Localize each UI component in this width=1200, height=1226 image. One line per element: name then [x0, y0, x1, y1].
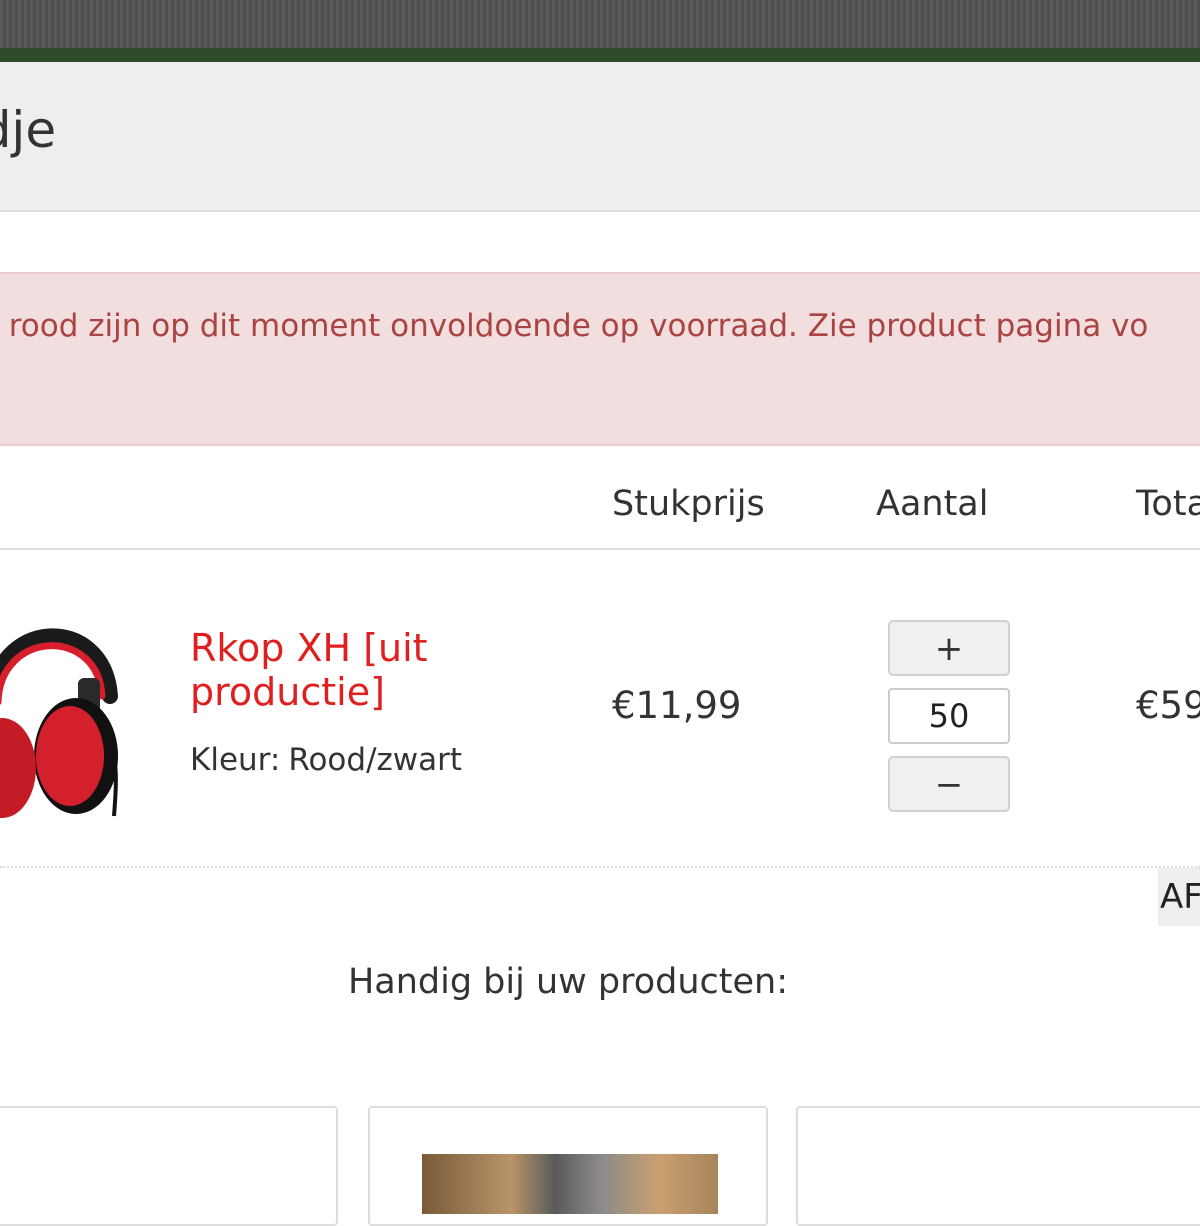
suggestion-card[interactable] — [0, 1106, 338, 1226]
column-header-unit-price: Stukprijs — [612, 484, 765, 524]
table-header-divider — [0, 548, 1200, 550]
decrease-quantity-button[interactable]: − — [888, 756, 1010, 812]
column-header-quantity: Aantal — [876, 484, 989, 524]
product-name-link[interactable]: Rkop XH [uit productie] — [190, 626, 490, 714]
top-accent-strip — [0, 48, 1200, 62]
suggestion-card[interactable] — [796, 1106, 1200, 1226]
increase-quantity-button[interactable]: + — [888, 620, 1010, 676]
column-header-total: Tota — [1136, 484, 1200, 524]
page-title: ndje — [0, 101, 57, 159]
page-header — [0, 62, 1200, 212]
stock-warning-message: net rood zijn op dit moment onvoldoende … — [0, 308, 1149, 344]
quantity-input[interactable] — [888, 688, 1010, 744]
unit-price: €11,99 — [612, 684, 742, 727]
apply-button[interactable]: AF — [1158, 868, 1200, 926]
top-navigation-bar — [0, 0, 1200, 48]
suggestion-card[interactable] — [368, 1106, 768, 1226]
line-total: €59 — [1136, 684, 1200, 727]
row-divider — [0, 866, 1200, 868]
variant-label: Kleur: — [190, 742, 281, 778]
variant-value: Rood/zwart — [288, 742, 463, 778]
headphones-icon[interactable] — [0, 578, 140, 828]
suggestions-title: Handig bij uw producten: — [347, 962, 789, 1002]
product-variant: Kleur: Rood/zwart — [190, 742, 462, 778]
suggestion-product-image[interactable] — [422, 1154, 718, 1214]
stock-warning-alert — [0, 272, 1200, 446]
